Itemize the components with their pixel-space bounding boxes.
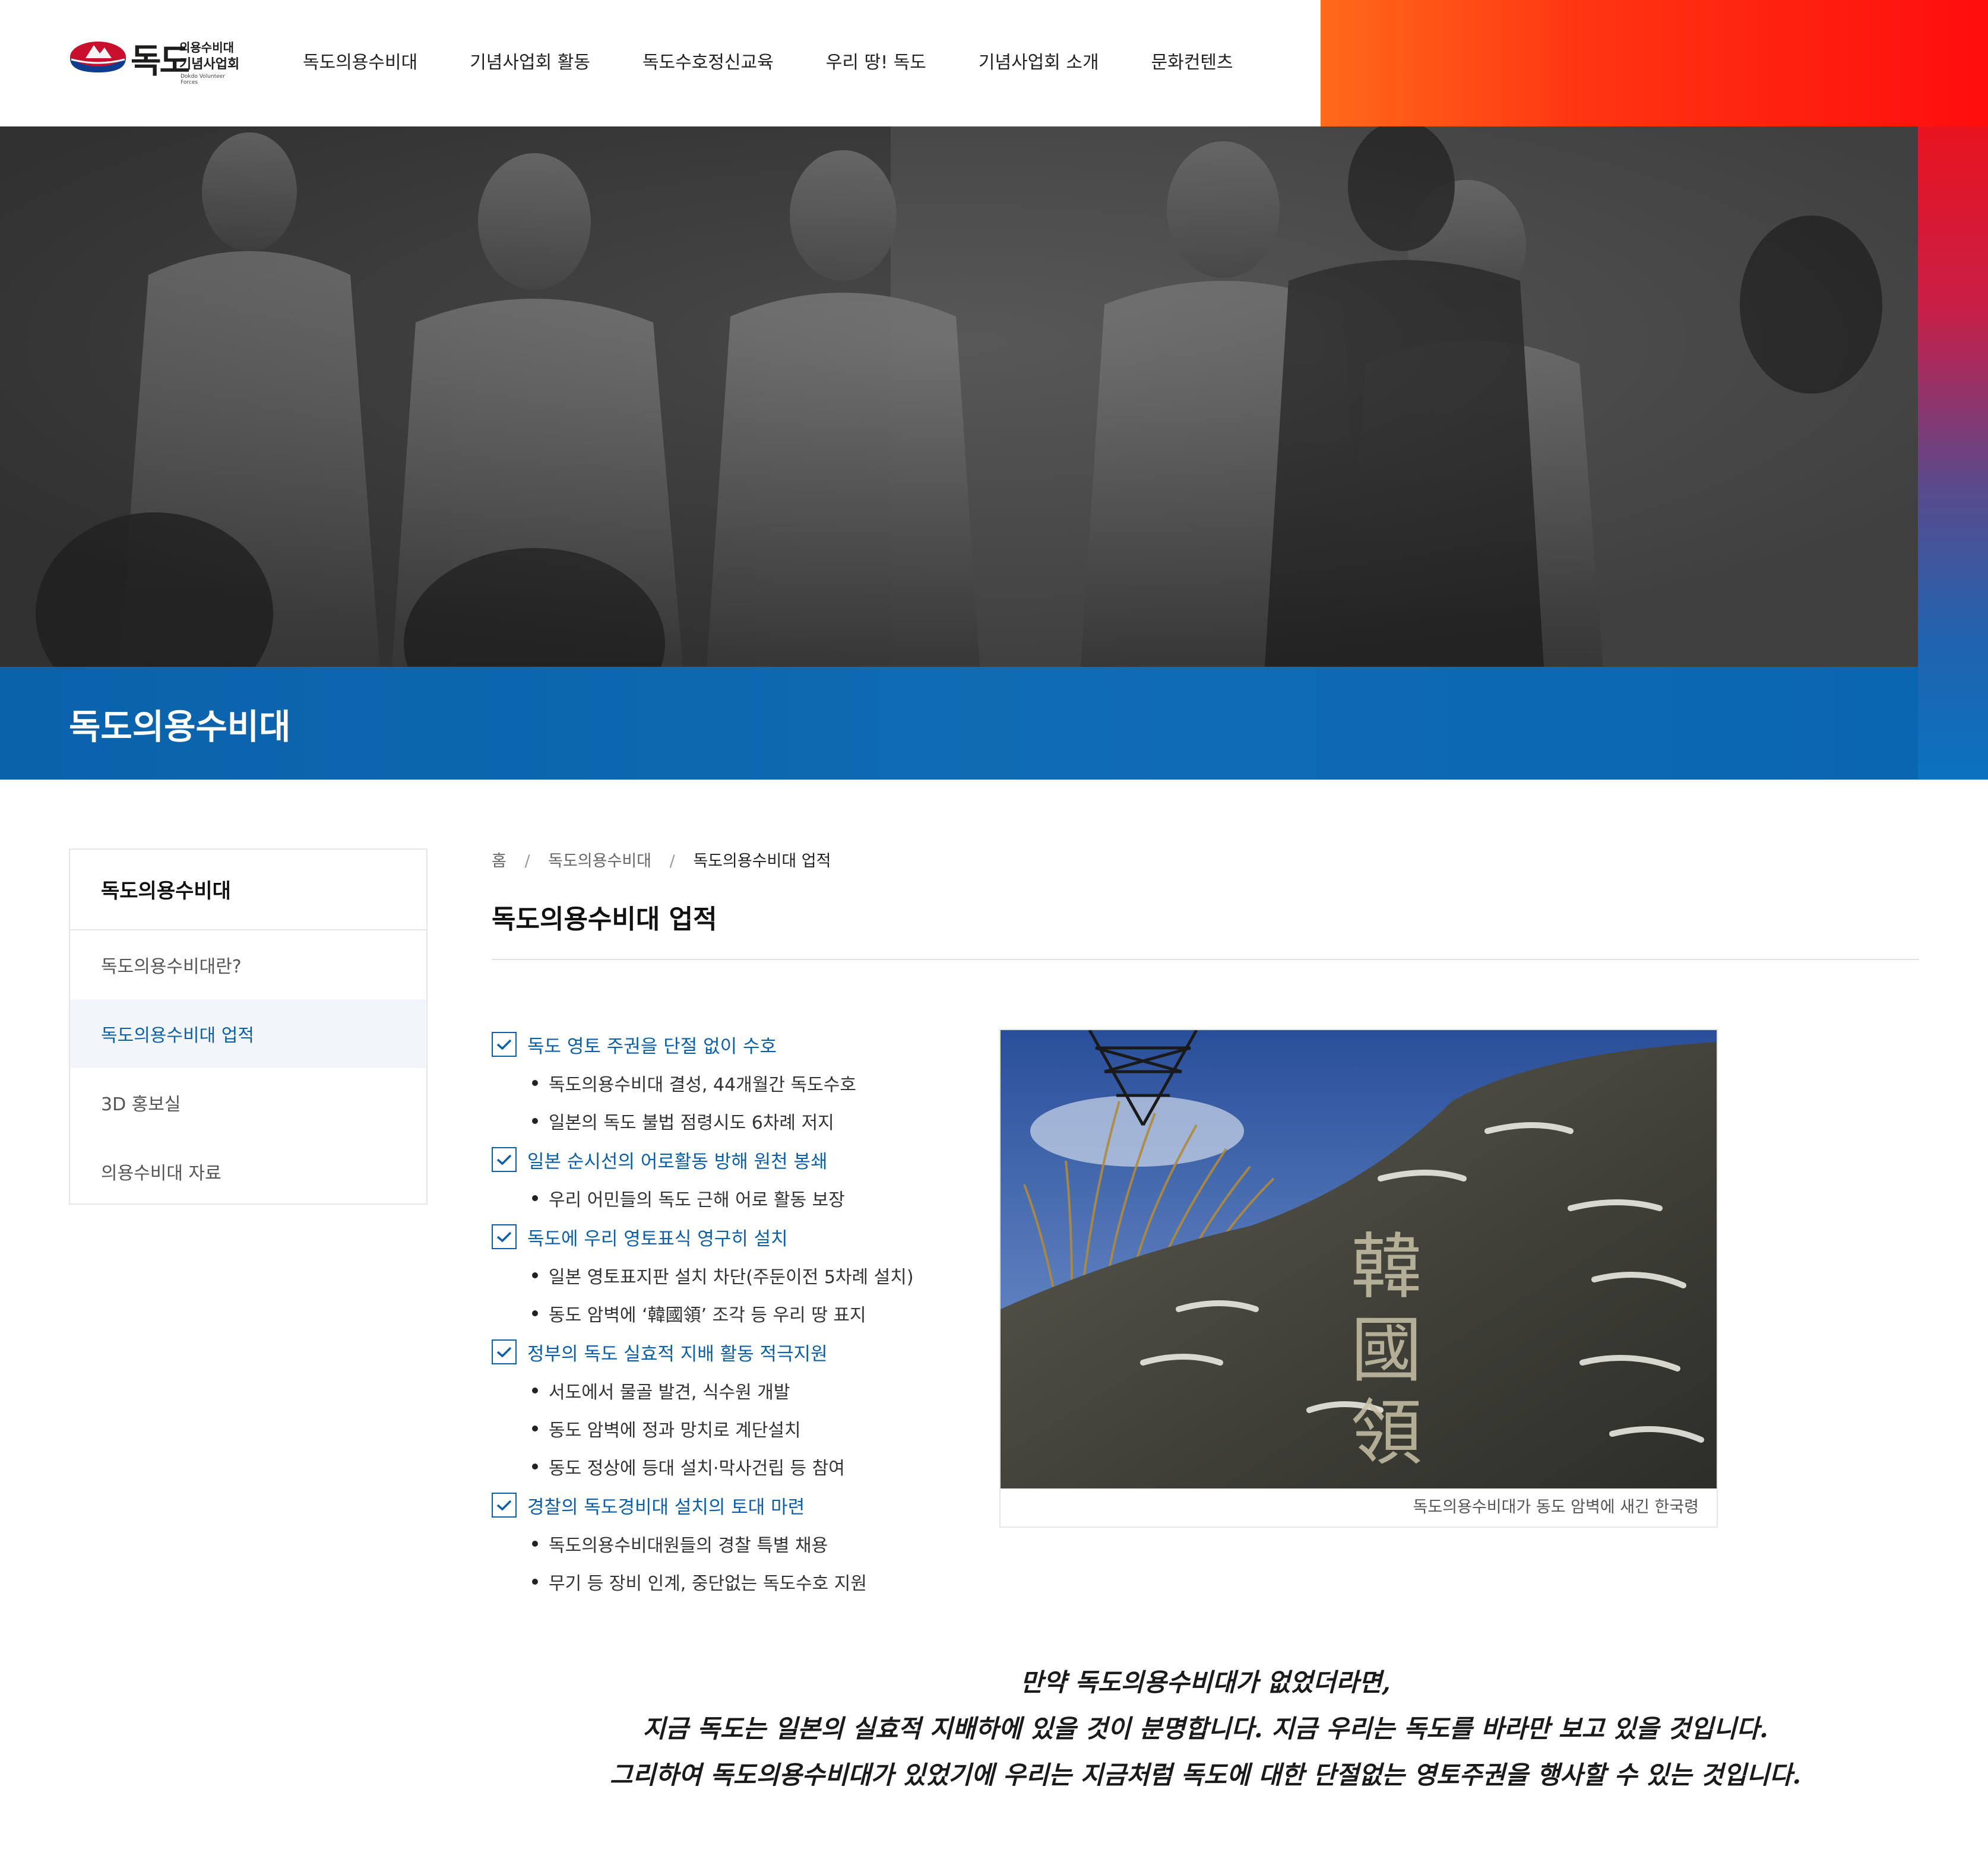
hero-historic-photo-image [0,126,1918,667]
achievement-point-text: 일본 영토표지판 설치 차단(주둔이전 5차례 설치) [549,1267,914,1288]
side-menu-item-about[interactable]: 독도의용수비대란? [70,930,426,999]
check-icon [492,1224,517,1249]
achievement-point: 우리 어민들의 독도 근해 어로 활동 보장 [492,1179,967,1217]
bullet-icon [532,1388,538,1393]
achievement-heading-text: 경찰의 독도경비대 설치의 토대 마련 [527,1496,805,1518]
carving-char-3: 領 [1351,1392,1422,1475]
quote-line-3: 그리하여 독도의용수비대가 있었기에 우리는 지금처럼 독도에 대한 단절없는 … [609,1760,1802,1790]
bullet-icon [532,1579,538,1585]
achievement-heading: 경찰의 독도경비대 설치의 토대 마련 [492,1486,967,1525]
achievement-heading: 일본 순시선의 어로활동 방해 원천 봉쇄 [492,1140,967,1179]
breadcrumb-separator: / [524,852,530,870]
breadcrumb-separator: / [669,852,675,870]
achievement-point-text: 독도의용수비대원들의 경찰 특별 채용 [549,1535,828,1556]
site-logo[interactable]: 독도 의용수비대 기념사업회 Dokdo Volunteer Forces [69,34,241,85]
header-gradient-accent [1321,0,1988,126]
page-heading: 독도의용수비대 [69,707,291,747]
bullet-icon [532,1541,538,1547]
bullet-icon [532,1310,538,1316]
side-menu-item-materials[interactable]: 의용수비대 자료 [70,1137,426,1206]
check-icon [492,1147,517,1172]
achievement-point-text: 무기 등 장비 인계, 중단없는 독도수호 지원 [549,1573,867,1594]
achievement-point-text: 서도에서 물골 발견, 식수원 개발 [549,1382,790,1403]
breadcrumb-level1[interactable]: 독도의용수비대 [548,852,651,870]
carving-char-1: 韓 [1351,1226,1422,1309]
achievement-point: 서도에서 물골 발견, 식수원 개발 [492,1372,967,1410]
quote-line-2: 지금 독도는 일본의 실효적 지배하에 있을 것이 분명합니다. 지금 우리는 … [642,1714,1768,1743]
quote-line-1: 만약 독도의용수비대가 없었더라면, [1020,1668,1391,1697]
site-header: 독도 의용수비대 기념사업회 Dokdo Volunteer Forces 독도… [0,0,1988,126]
breadcrumb: 홈 / 독도의용수비대 / 독도의용수비대 업적 [492,848,831,871]
bullet-icon [532,1426,538,1431]
achievement-point: 독도의용수비대 결성, 44개월간 독도수호 [492,1064,967,1102]
logo-emblem-icon [70,42,126,72]
achievement-point-text: 일본의 독도 불법 점령시도 6차례 저지 [549,1113,834,1133]
figure-caption: 독도의용수비대가 동도 암벽에 새긴 한국령 [1413,1498,1699,1516]
check-icon [492,1493,517,1518]
logo-subtitle-1: 의용수비대 [179,40,234,55]
hero-photo [0,126,1918,667]
bullet-icon [532,1118,538,1124]
bullet-icon [532,1272,538,1278]
achievement-point-text: 동도 암벽에 ‘韓國領’ 조각 등 우리 땅 표지 [549,1305,866,1326]
nav-item-foundation-activities[interactable]: 기념사업회 활동 [470,47,590,74]
achievement-point: 동도 정상에 등대 설치·막사건립 등 참여 [492,1448,967,1486]
side-menu: 독도의용수비대 독도의용수비대란? 독도의용수비대 업적 3D 홍보실 의용수비… [69,848,428,1205]
achievement-point: 무기 등 장비 인계, 중단없는 독도수호 지원 [492,1563,967,1601]
nav-item-foundation-intro[interactable]: 기념사업회 소개 [979,47,1099,74]
achievement-heading-text: 독도 영토 주권을 단절 없이 수호 [527,1035,777,1057]
achievement-point: 동도 암벽에 ‘韓國領’ 조각 등 우리 땅 표지 [492,1294,967,1332]
logo-subtitle-2: 기념사업회 [179,57,240,72]
side-menu-item-achievements[interactable]: 독도의용수비대 업적 [70,999,426,1068]
achievement-point-text: 동도 암벽에 정과 망치로 계단설치 [549,1420,801,1441]
achievement-heading-text: 정부의 독도 실효적 지배 활동 적극지원 [527,1343,828,1365]
achievement-heading: 정부의 독도 실효적 지배 활동 적극지원 [492,1332,967,1372]
main-navigation: 독도의용수비대 기념사업회 활동 독도수호정신교육 우리 땅! 독도 기념사업회… [303,47,1286,74]
achievement-point: 독도의용수비대원들의 경찰 특별 채용 [492,1525,967,1563]
achievement-point-text: 동도 정상에 등대 설치·막사건립 등 참여 [549,1458,845,1479]
nav-item-defense-education[interactable]: 독도수호정신교육 [642,47,774,74]
check-icon [492,1339,517,1364]
achievements-list: 독도 영토 주권을 단절 없이 수호 독도의용수비대 결성, 44개월간 독도수… [492,1025,967,1601]
achievement-heading-text: 일본 순시선의 어로활동 방해 원천 봉쇄 [527,1151,828,1173]
achievement-heading: 독도에 우리 영토표식 영구히 설치 [492,1217,967,1256]
rock-carving-photo: 韓 國 領 [1001,1030,1717,1488]
carving-char-2: 國 [1351,1309,1422,1392]
achievement-heading-text: 독도에 우리 영토표식 영구히 설치 [527,1228,788,1250]
content-divider [492,959,1919,960]
bullet-icon [532,1080,538,1086]
rock-carving-image: 韓 國 領 [1001,1030,1717,1488]
nav-item-volunteer-forces[interactable]: 독도의용수비대 [303,47,417,74]
achievement-point-text: 독도의용수비대 결성, 44개월간 독도수호 [549,1075,856,1095]
side-menu-title: 독도의용수비대 [70,850,426,930]
achievement-point: 동도 암벽에 정과 망치로 계단설치 [492,1410,967,1448]
content-title: 독도의용수비대 업적 [492,904,717,935]
closing-quote: 만약 독도의용수비대가 없었더라면, 지금 독도는 일본의 실효적 지배하에 있… [492,1662,1919,1801]
bullet-icon [532,1195,538,1201]
achievement-point-text: 우리 어민들의 독도 근해 어로 활동 보장 [549,1190,845,1211]
side-menu-item-3d-promo[interactable]: 3D 홍보실 [70,1068,426,1137]
achievement-point: 일본 영토표지판 설치 차단(주둔이전 5차례 설치) [492,1256,967,1294]
right-gradient-accent [1918,126,1988,780]
achievement-heading: 독도 영토 주권을 단절 없이 수호 [492,1025,967,1064]
logo-english: Dokdo Volunteer Forces [181,74,225,85]
nav-item-our-land-dokdo[interactable]: 우리 땅! 독도 [826,47,926,74]
check-icon [492,1032,517,1057]
breadcrumb-current: 독도의용수비대 업적 [693,852,831,870]
breadcrumb-home[interactable]: 홈 [492,852,507,870]
bullet-icon [532,1464,538,1469]
nav-item-cultural-contents[interactable]: 문화컨텐츠 [1151,47,1233,74]
achievement-figure: 韓 國 領 독도의용수비대가 동도 암벽에 새긴 한국령 [999,1029,1718,1528]
achievement-point: 일본의 독도 불법 점령시도 6차례 저지 [492,1102,967,1140]
